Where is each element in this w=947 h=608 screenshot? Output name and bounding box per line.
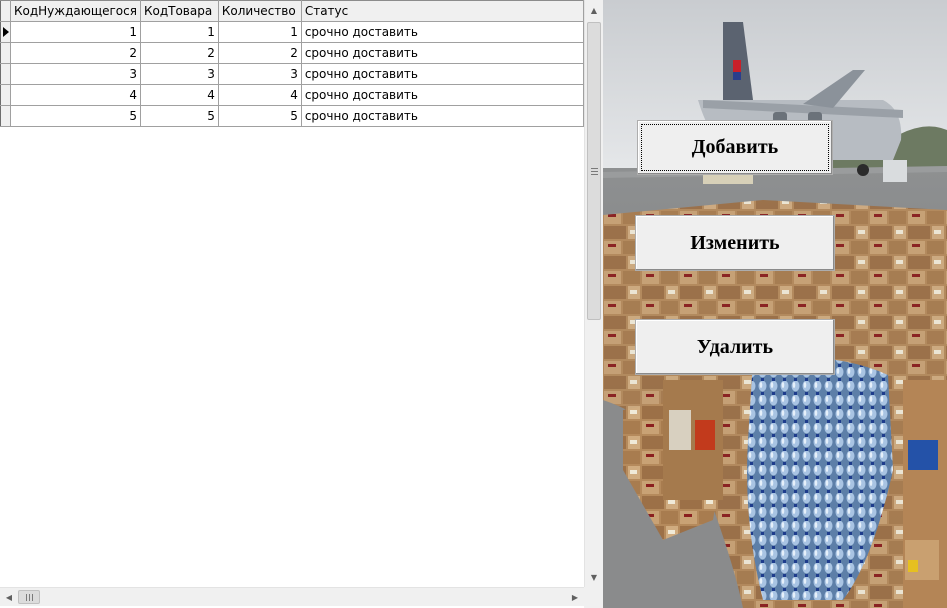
cell-item-id[interactable]: 1	[139, 21, 219, 43]
cell-item-id[interactable]: 4	[139, 84, 219, 106]
cell-quantity[interactable]: 3	[217, 63, 302, 85]
table-row[interactable]: 5 5 5 срочно доставить	[0, 105, 584, 127]
cell-status[interactable]: срочно доставить	[300, 63, 584, 85]
scroll-left-button[interactable]: ◀	[0, 588, 18, 606]
cell-need-id[interactable]: 5	[9, 105, 141, 127]
column-header-status[interactable]: Статус	[300, 0, 584, 22]
arrow-right-icon: ▶	[571, 592, 579, 602]
row-header[interactable]	[0, 21, 11, 43]
scroll-right-button[interactable]: ▶	[566, 588, 584, 606]
cell-status[interactable]: срочно доставить	[300, 21, 584, 43]
vertical-scroll-thumb[interactable]	[587, 22, 601, 320]
cell-quantity[interactable]: 1	[217, 21, 302, 43]
horizontal-scrollbar[interactable]: ◀ ▶	[0, 587, 584, 606]
add-button[interactable]: Добавить	[637, 120, 833, 175]
data-grid-table: КодНуждающегося КодТовара Количество Ста…	[0, 0, 584, 127]
delete-button[interactable]: Удалить	[635, 319, 835, 375]
scroll-down-button[interactable]: ▼	[585, 567, 603, 587]
column-header-item-id[interactable]: КодТовара	[139, 0, 219, 22]
background-photo-panel: Добавить Изменить Удалить	[603, 0, 947, 608]
row-header[interactable]	[0, 42, 11, 64]
cell-need-id[interactable]: 3	[9, 63, 141, 85]
arrow-down-icon: ▼	[590, 572, 598, 582]
scrollbar-corner	[584, 587, 603, 608]
cell-status[interactable]: срочно доставить	[300, 42, 584, 64]
cell-need-id[interactable]: 1	[9, 21, 141, 43]
vertical-scrollbar[interactable]: ▲ ▼	[584, 0, 603, 587]
header-row: КодНуждающегося КодТовара Количество Ста…	[0, 0, 584, 22]
table-row[interactable]: 2 2 2 срочно доставить	[0, 42, 584, 64]
row-header[interactable]	[0, 63, 11, 85]
row-header[interactable]	[0, 105, 11, 127]
cell-quantity[interactable]: 2	[217, 42, 302, 64]
grip-icon	[25, 593, 33, 601]
cell-status[interactable]: срочно доставить	[300, 105, 584, 127]
top-left-header-cell[interactable]	[0, 0, 11, 22]
cell-quantity[interactable]: 4	[217, 84, 302, 106]
arrow-up-icon: ▲	[590, 5, 598, 15]
cell-need-id[interactable]: 4	[9, 84, 141, 106]
cargo-aid-photo	[603, 0, 947, 608]
cell-quantity[interactable]: 5	[217, 105, 302, 127]
cell-item-id[interactable]: 3	[139, 63, 219, 85]
cell-item-id[interactable]: 5	[139, 105, 219, 127]
row-pointer-arrow-icon	[3, 27, 9, 37]
arrow-left-icon: ◀	[5, 592, 13, 602]
column-header-need-id[interactable]: КодНуждающегося	[9, 0, 141, 22]
horizontal-scroll-thumb[interactable]	[18, 590, 40, 604]
scroll-up-button[interactable]: ▲	[585, 0, 603, 20]
edit-button[interactable]: Изменить	[635, 215, 835, 271]
cell-item-id[interactable]: 2	[139, 42, 219, 64]
data-grid-panel: КодНуждающегося КодТовара Количество Ста…	[0, 0, 603, 608]
table-row[interactable]: 1 1 1 срочно доставить	[0, 21, 584, 43]
table-row[interactable]: 4 4 4 срочно доставить	[0, 84, 584, 106]
row-header[interactable]	[0, 84, 11, 106]
table-row[interactable]: 3 3 3 срочно доставить	[0, 63, 584, 85]
data-grid[interactable]: КодНуждающегося КодТовара Количество Ста…	[0, 0, 584, 587]
cell-status[interactable]: срочно доставить	[300, 84, 584, 106]
grip-icon	[590, 167, 598, 175]
column-header-quantity[interactable]: Количество	[217, 0, 302, 22]
cell-need-id[interactable]: 2	[9, 42, 141, 64]
